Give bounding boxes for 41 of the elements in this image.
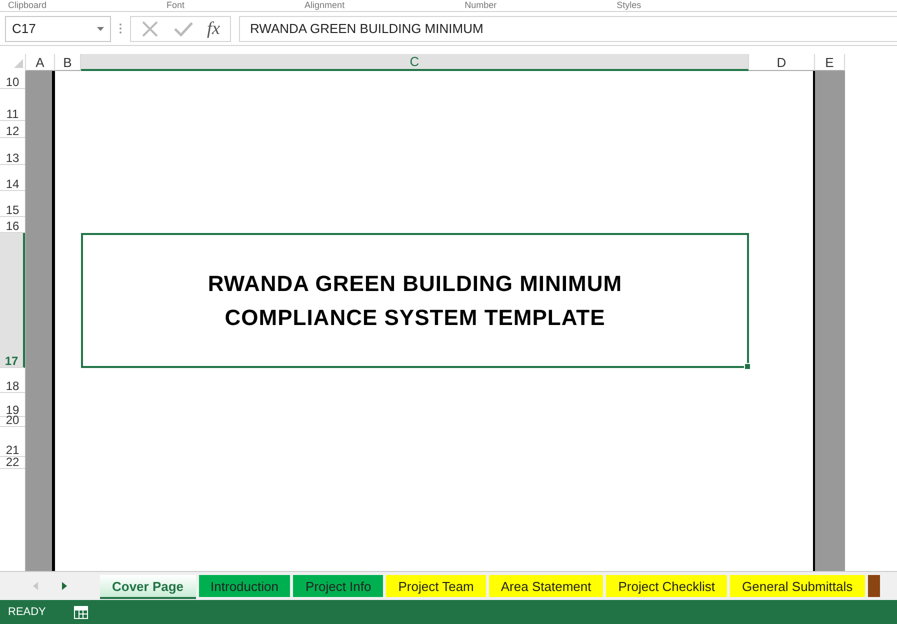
insert-function-button[interactable]: fx	[207, 18, 220, 39]
ribbon-group-label: Alignment	[304, 0, 345, 11]
column-header[interactable]: D	[749, 54, 815, 71]
row-header[interactable]: 10	[0, 71, 25, 89]
row-header[interactable]: 11	[0, 89, 25, 121]
sheet-tab[interactable]	[868, 575, 880, 597]
title-cell[interactable]: RWANDA GREEN BUILDING MINIMUM COMPLIANCE SYSTEM TEMPLATE	[81, 233, 749, 368]
row-header[interactable]: 15	[0, 191, 25, 217]
row-header[interactable]: 22	[0, 457, 25, 469]
row-header[interactable]: 17	[0, 233, 25, 368]
sheet-tab[interactable]: Project Info	[293, 575, 384, 597]
previous-sheet-icon[interactable]	[33, 582, 38, 590]
row-header[interactable]: 12	[0, 121, 25, 138]
row-header[interactable]: 19	[0, 393, 25, 417]
grip-icon	[119, 23, 122, 34]
select-all-icon[interactable]	[14, 59, 23, 68]
row-header[interactable]: 20	[0, 417, 25, 427]
fill-handle[interactable]	[744, 363, 751, 370]
sheet-tab[interactable]: General Submittals	[730, 575, 865, 597]
ribbon-group-label: Styles	[616, 0, 642, 11]
cancel-icon[interactable]	[141, 20, 159, 38]
row-header[interactable]: 13	[0, 138, 25, 165]
caret-icon	[97, 26, 104, 30]
sheet-tab[interactable]: Introduction	[198, 575, 290, 597]
formula-input[interactable]: RWANDA GREEN BUILDING MINIMUM	[239, 16, 897, 42]
column-header[interactable]: C	[81, 54, 749, 71]
name-box[interactable]: C17	[5, 16, 111, 42]
ribbon-group-label: Clipboard	[8, 0, 47, 11]
sheet-tab[interactable]: Project Checklist	[606, 575, 728, 597]
ribbon-group-label: Font	[166, 0, 185, 11]
sheet-tab[interactable]: Area Statement	[488, 575, 604, 597]
row-header[interactable]: 14	[0, 165, 25, 191]
sheet-tab[interactable]: Cover Page	[100, 575, 196, 599]
row-header[interactable]: 18	[0, 368, 25, 393]
sheet-tab[interactable]: Project Team	[386, 575, 486, 597]
sheet-icon	[74, 606, 88, 618]
ribbon-group-label: Number	[464, 0, 497, 11]
row-header[interactable]: 21	[0, 427, 25, 457]
status-mode: READY	[8, 606, 46, 618]
next-sheet-icon[interactable]	[62, 582, 67, 590]
check-icon[interactable]	[173, 20, 193, 36]
